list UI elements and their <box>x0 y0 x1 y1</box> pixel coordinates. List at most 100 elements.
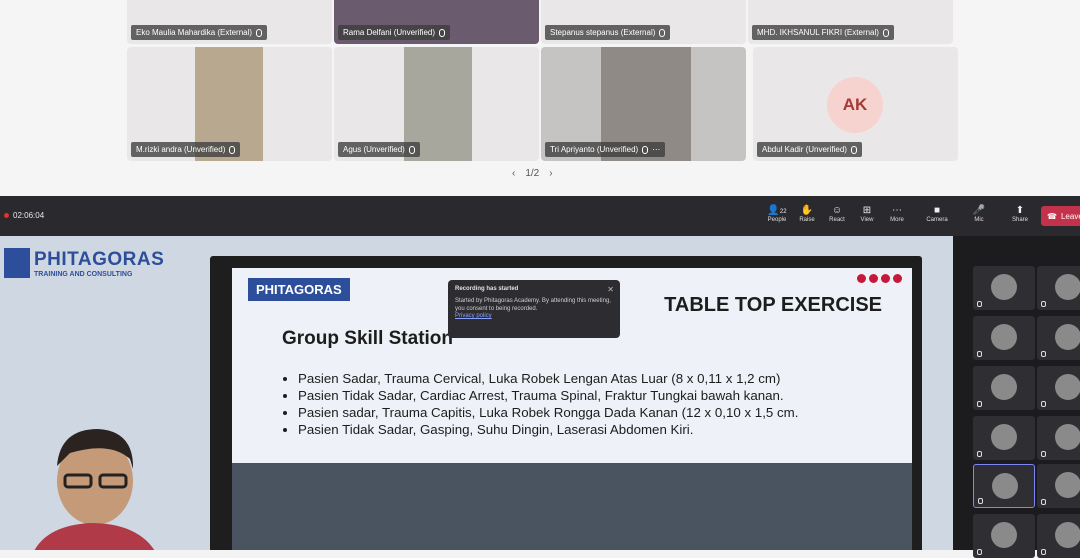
slide-list-item: Pasien Tidak Sadar, Cardiac Arrest, Trau… <box>298 387 798 404</box>
participant-thumbnail[interactable] <box>1037 464 1080 508</box>
more-options-icon[interactable]: ⋯ <box>652 145 660 154</box>
mic-off-icon <box>229 145 236 154</box>
participant-tile[interactable]: Stepanus stepanus (External) <box>541 0 746 44</box>
participant-tile[interactable]: Tri Apriyanto (Unverified) ⋯ <box>541 47 746 161</box>
mic-off-icon <box>977 451 982 457</box>
participant-thumbnail[interactable] <box>1037 366 1080 410</box>
meeting-toolbar: 02:06:04 👤22 People ✋ Raise ☺ React ⊞ Vi… <box>0 196 1080 236</box>
avatar <box>992 473 1018 499</box>
mic-off-icon <box>1041 499 1046 505</box>
recording-icon <box>4 213 9 218</box>
close-icon[interactable]: ✕ <box>607 285 614 294</box>
mic-off-icon <box>978 498 983 504</box>
slide-title: TABLE TOP EXERCISE <box>664 294 882 316</box>
participant-tile[interactable]: Agus (Unverified) <box>334 47 539 161</box>
avatar <box>1055 472 1080 498</box>
mic-off-icon <box>1041 301 1046 307</box>
participant-tile[interactable]: AK Abdul Kadir (Unverified) <box>753 47 958 161</box>
slide-decoration <box>857 274 902 283</box>
participant-thumbnail[interactable] <box>973 316 1035 360</box>
hand-icon: ✋ <box>800 205 814 216</box>
participant-name-tag: Tri Apriyanto (Unverified) ⋯ <box>545 142 666 157</box>
mic-off-icon <box>408 145 415 154</box>
participant-thumbnail[interactable] <box>973 366 1035 410</box>
prev-page-button[interactable]: ‹ <box>512 168 515 179</box>
participant-thumbnail[interactable] <box>1037 266 1080 310</box>
slide-list: Pasien Sadar, Trauma Cervical, Luka Robe… <box>298 370 798 438</box>
slide-photo-band <box>232 463 912 550</box>
avatar <box>1055 324 1080 350</box>
slide-logo: PHITAGORAS <box>248 278 350 301</box>
camera-icon: ■ <box>933 205 941 216</box>
phone-icon: ☎ <box>1047 211 1057 221</box>
avatar: AK <box>827 77 883 133</box>
participant-thumbnail[interactable] <box>973 464 1035 508</box>
participant-name-tag: Abdul Kadir (Unverified) <box>757 142 862 157</box>
presenter-silhouette <box>34 429 155 550</box>
slide-heading: Group Skill Station <box>282 328 454 349</box>
avatar <box>1055 424 1080 450</box>
participant-thumbnail[interactable] <box>973 266 1035 310</box>
react-button[interactable]: ☺ React <box>822 205 852 223</box>
participant-name-tag: Rama Delfani (Unverified) <box>338 25 451 40</box>
mic-off-icon <box>977 301 982 307</box>
participant-thumbnail[interactable] <box>1037 416 1080 460</box>
participant-name-tag: Agus (Unverified) <box>338 142 420 157</box>
mic-off-icon <box>882 28 889 37</box>
slide-list-item: Pasien sadar, Trauma Capitis, Luka Robek… <box>298 404 798 421</box>
brand-logo: PHITAGORAS TRAINING AND CONSULTING <box>4 248 164 278</box>
participant-thumbnail[interactable] <box>1037 514 1080 558</box>
camera-button[interactable]: ■ Camera <box>922 205 952 223</box>
raise-hand-button[interactable]: ✋ Raise <box>792 205 822 223</box>
recording-notification: Recording has started Started by Phitago… <box>448 280 620 338</box>
participant-tile[interactable]: Eko Maulia Mahardika (External) <box>127 0 332 44</box>
participant-name-tag: M.rizki andra (Unverified) <box>131 142 241 157</box>
leave-button[interactable]: ☎ Leave <box>1041 206 1080 226</box>
avatar <box>991 522 1017 548</box>
mic-off-icon <box>659 28 666 37</box>
mic-off-icon <box>439 28 446 37</box>
participant-tile[interactable]: M.rizki andra (Unverified) <box>127 47 332 161</box>
mic-icon: 🎤 <box>972 205 986 216</box>
avatar <box>991 374 1017 400</box>
meeting-window: 02:06:04 👤22 People ✋ Raise ☺ React ⊞ Vi… <box>0 196 1080 558</box>
people-button[interactable]: 👤22 People <box>762 205 792 223</box>
more-icon: ⋯ <box>892 205 902 216</box>
avatar <box>1055 522 1080 548</box>
participant-tile[interactable]: MHD. IKHSANUL FIKRI (External) <box>748 0 953 44</box>
page-indicator: 1/2 <box>525 168 540 179</box>
participant-sidebar <box>963 236 1080 558</box>
next-page-button[interactable]: › <box>549 168 552 179</box>
mic-off-icon <box>977 351 982 357</box>
participant-name-tag: Stepanus stepanus (External) <box>545 25 671 40</box>
people-icon: 👤22 <box>767 205 787 216</box>
slide-list-item: Pasien Tidak Sadar, Gasping, Suhu Dingin… <box>298 421 798 438</box>
participant-thumbnail[interactable] <box>973 416 1035 460</box>
shared-content: PHITAGORAS TRAINING AND CONSULTING PHITA… <box>0 236 953 550</box>
more-button[interactable]: ⋯ More <box>882 205 912 223</box>
mic-off-icon <box>642 145 649 154</box>
share-button[interactable]: ⬆ Share <box>1005 205 1035 223</box>
participant-tile[interactable]: Rama Delfani (Unverified) <box>334 0 539 44</box>
privacy-policy-link[interactable]: Privacy policy <box>455 313 613 319</box>
gallery-pager: ‹ 1/2 › <box>512 168 553 179</box>
participant-thumbnail[interactable] <box>1037 316 1080 360</box>
mic-off-icon <box>850 145 857 154</box>
smile-icon: ☺ <box>831 205 843 216</box>
participant-thumbnail[interactable] <box>973 514 1035 558</box>
avatar <box>1055 374 1080 400</box>
mic-off-icon <box>1041 451 1046 457</box>
mic-off-icon <box>256 28 263 37</box>
mic-button[interactable]: 🎤 Mic <box>964 205 994 223</box>
view-button[interactable]: ⊞ View <box>852 205 882 223</box>
avatar <box>991 324 1017 350</box>
participant-gallery: Eko Maulia Mahardika (External) Rama Del… <box>0 0 1080 196</box>
brand-icon <box>4 248 30 278</box>
meeting-timer: 02:06:04 <box>4 211 44 220</box>
avatar <box>991 424 1017 450</box>
participant-name-tag: MHD. IKHSANUL FIKRI (External) <box>752 25 894 40</box>
mic-off-icon <box>1041 401 1046 407</box>
avatar <box>991 274 1017 300</box>
avatar <box>1055 274 1080 300</box>
mic-off-icon <box>977 401 982 407</box>
